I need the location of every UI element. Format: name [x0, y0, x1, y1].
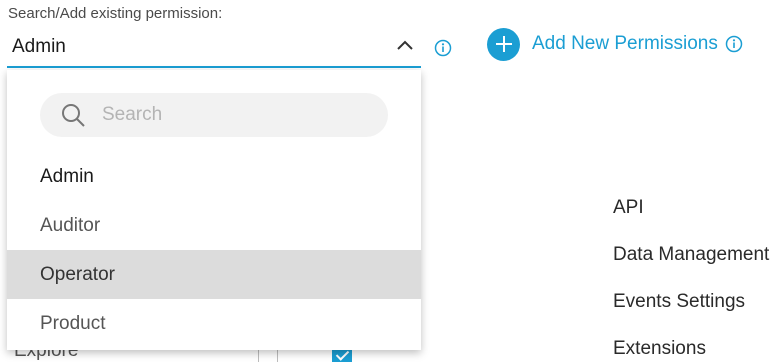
search-box[interactable] [40, 93, 388, 137]
info-icon[interactable] [434, 39, 452, 57]
permission-field-label: Search/Add existing permission: [8, 5, 223, 22]
permission-select[interactable]: Admin [7, 30, 421, 68]
plus-circle-icon [487, 27, 520, 61]
option-product[interactable]: Product [7, 299, 421, 348]
search-input[interactable] [102, 93, 372, 137]
chevron-up-icon[interactable] [395, 36, 415, 56]
category-extensions[interactable]: Extensions [613, 338, 706, 360]
add-new-permissions-button[interactable]: Add New Permissions [487, 27, 743, 61]
info-icon[interactable] [725, 35, 743, 53]
search-icon [62, 104, 85, 127]
option-operator[interactable]: Operator [7, 250, 421, 299]
category-events-settings[interactable]: Events Settings [613, 291, 745, 313]
permission-dropdown: Admin Auditor Operator Product [7, 70, 421, 350]
category-data-management[interactable]: Data Management [613, 244, 769, 266]
category-api[interactable]: API [613, 197, 644, 219]
permission-select-value: Admin [12, 36, 66, 57]
option-auditor[interactable]: Auditor [7, 201, 421, 250]
option-admin[interactable]: Admin [7, 152, 421, 201]
add-new-permissions-label: Add New Permissions [532, 33, 718, 54]
